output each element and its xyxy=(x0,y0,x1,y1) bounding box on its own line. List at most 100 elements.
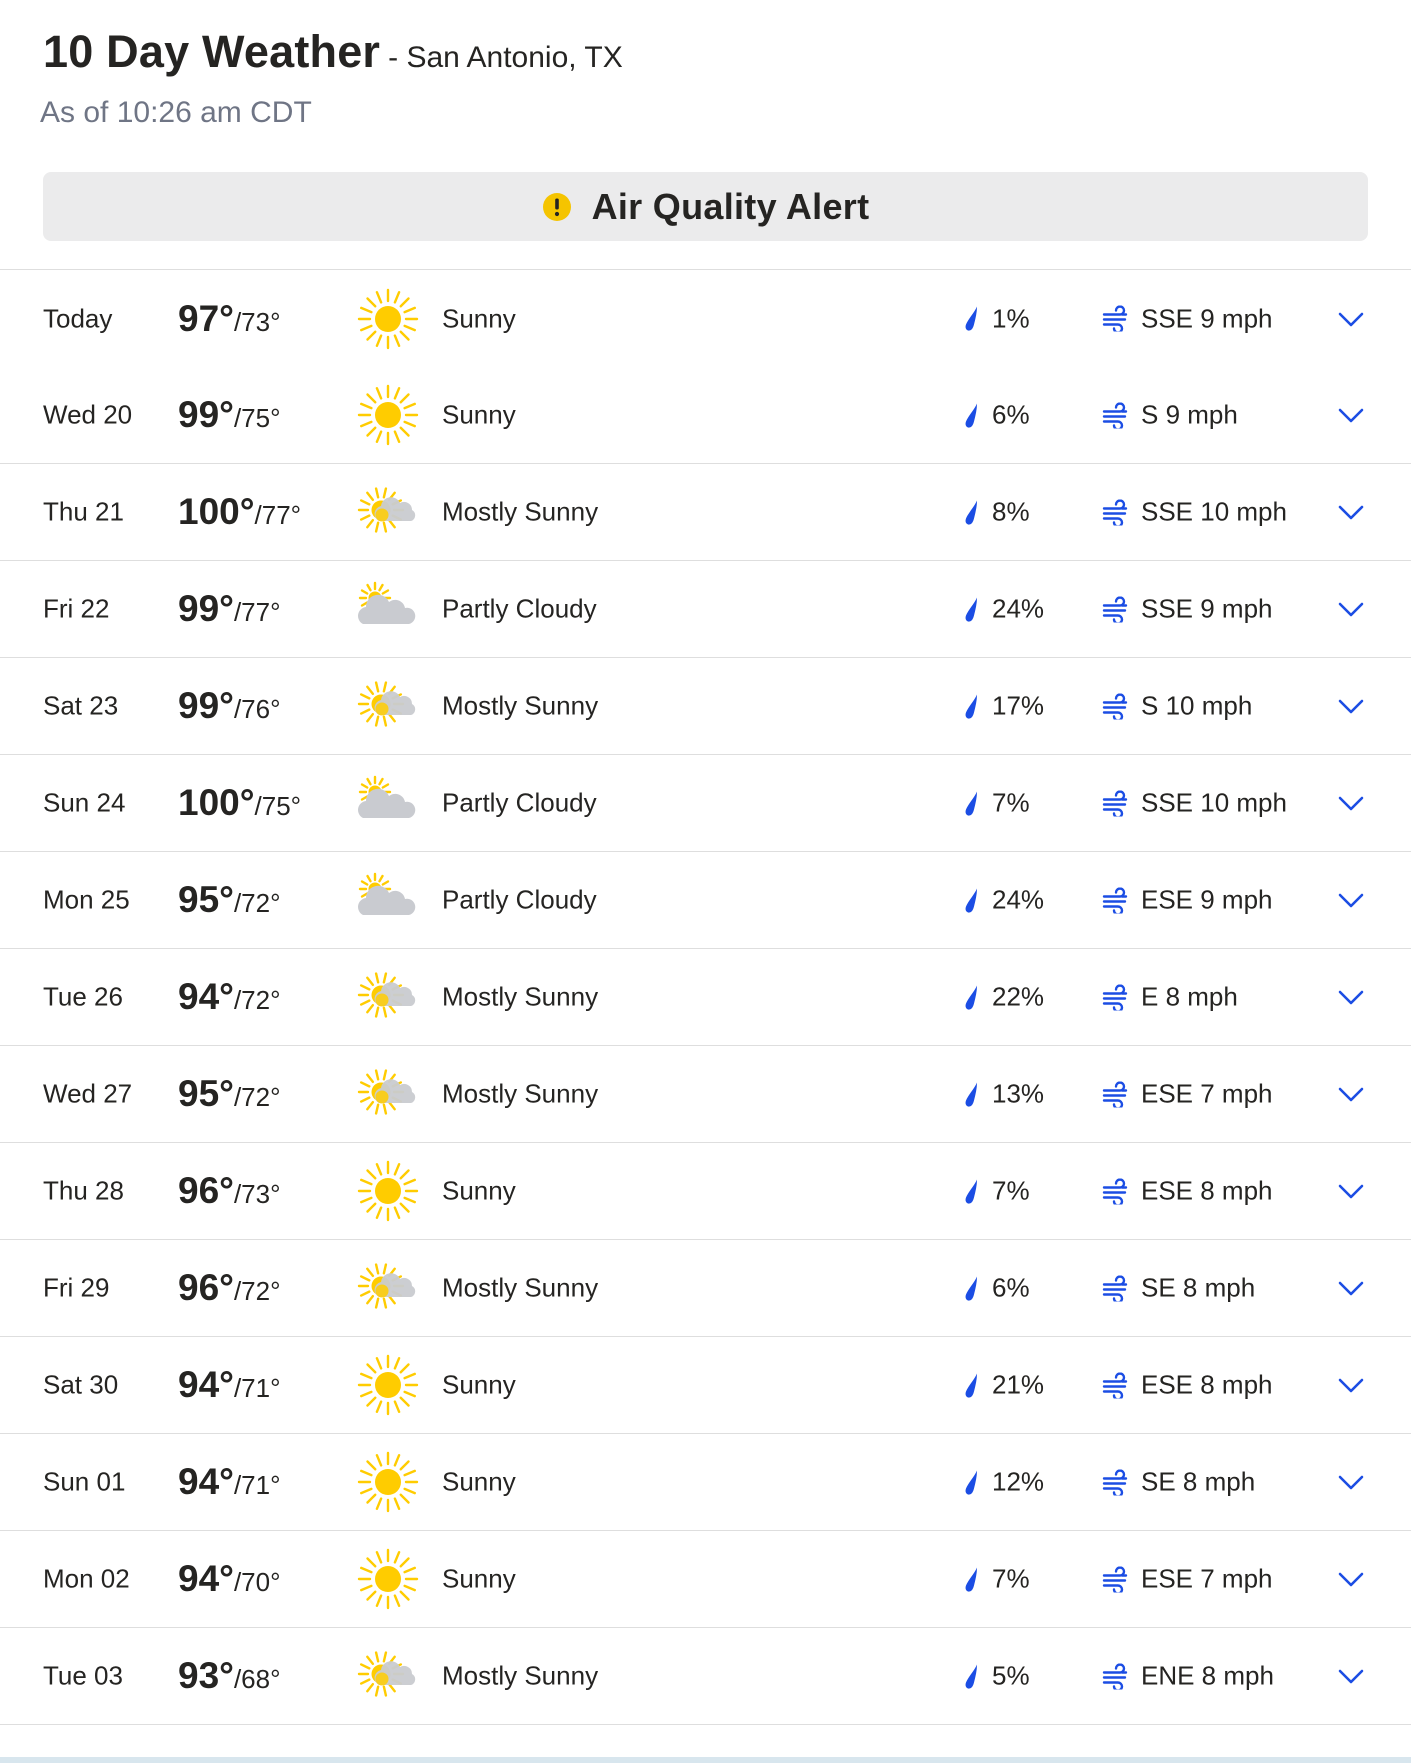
forecast-row[interactable]: Thu 28 96°/73° Sunny 7% ESE 8 mph xyxy=(0,1143,1411,1240)
temperatures: 94°/71° xyxy=(178,1364,281,1406)
precip-value: 12% xyxy=(992,1466,1045,1497)
weather-phrase: Sunny xyxy=(442,1466,516,1497)
chevron-down-icon[interactable] xyxy=(1335,496,1367,528)
day-label: Thu 28 xyxy=(43,1175,124,1206)
forecast-row[interactable]: Wed 20 99°/75° Sunny 6% S 9 mph xyxy=(0,367,1411,464)
raindrop-icon xyxy=(962,1275,982,1301)
timestamp: As of 10:26 am CDT xyxy=(40,96,312,129)
chevron-down-icon[interactable] xyxy=(1335,1660,1367,1692)
precip-chance: 6% xyxy=(962,1273,1030,1304)
weather-phrase: Mostly Sunny xyxy=(442,1272,599,1303)
forecast-row[interactable]: Sun 01 94°/71° Sunny 12% SE 8 mph xyxy=(0,1434,1411,1531)
sunny-icon xyxy=(355,1546,421,1612)
raindrop-icon xyxy=(962,1663,982,1689)
low-temp: /77° xyxy=(254,500,302,530)
weather-phrase: Partly Cloudy xyxy=(442,884,597,915)
alert-circle-icon xyxy=(542,192,572,222)
precip-value: 6% xyxy=(992,399,1030,430)
precip-chance: 6% xyxy=(962,400,1030,431)
forecast-row[interactable]: Tue 03 93°/68° Mostly Sunny 5% ENE 8 mph xyxy=(0,1628,1411,1725)
raindrop-icon xyxy=(962,402,982,428)
wind-value: SE 8 mph xyxy=(1141,1272,1256,1303)
forecast-row[interactable]: Today 97°/73° Sunny 1% SSE 9 mph xyxy=(0,270,1411,367)
sunny-icon xyxy=(355,286,421,352)
temperatures: 99°/76° xyxy=(178,685,281,727)
forecast-row[interactable]: Sat 23 99°/76° Mostly Sunny 17% S 10 mph xyxy=(0,658,1411,755)
day-label: Sat 30 xyxy=(43,1369,119,1400)
wind-value: ESE 9 mph xyxy=(1141,884,1273,915)
weather-phrase: Mostly Sunny xyxy=(442,1660,599,1691)
temperatures: 99°/75° xyxy=(178,394,281,436)
air-quality-alert-button[interactable]: Air Quality Alert xyxy=(43,172,1368,241)
chevron-down-icon[interactable] xyxy=(1335,1466,1367,1498)
chevron-down-icon[interactable] xyxy=(1335,690,1367,722)
day-label: Tue 26 xyxy=(43,981,123,1012)
wind-icon xyxy=(1101,1274,1129,1304)
precip-chance: 24% xyxy=(962,885,1044,916)
forecast-row[interactable]: Wed 27 95°/72° Mostly Sunny 13% ESE 7 mp… xyxy=(0,1046,1411,1143)
alert-label: Air Quality Alert xyxy=(591,185,870,227)
forecast-row[interactable]: Mon 25 95°/72° Partly Cloudy 24% ESE 9 m… xyxy=(0,852,1411,949)
low-temp: /75° xyxy=(254,791,302,821)
precip-value: 22% xyxy=(992,981,1045,1012)
low-temp: /76° xyxy=(233,694,281,724)
temperatures: 99°/77° xyxy=(178,588,281,630)
low-temp: /73° xyxy=(233,306,281,337)
forecast-row[interactable]: Fri 29 96°/72° Mostly Sunny 6% SE 8 mph xyxy=(0,1240,1411,1337)
precip-chance: 17% xyxy=(962,691,1044,722)
mostly-sunny-icon xyxy=(355,1255,421,1321)
wind-info: ESE 9 mph xyxy=(1101,885,1273,916)
forecast-row[interactable]: Mon 02 94°/70° Sunny 7% ESE 7 mph xyxy=(0,1531,1411,1628)
low-temp: /71° xyxy=(233,1373,281,1403)
forecast-row[interactable]: Thu 21 100°/77° Mostly Sunny 8% SSE 10 m… xyxy=(0,464,1411,561)
raindrop-icon xyxy=(962,499,982,525)
chevron-down-icon[interactable] xyxy=(1335,399,1367,431)
day-label: Mon 02 xyxy=(43,1563,130,1594)
chevron-down-icon[interactable] xyxy=(1335,1272,1367,1304)
wind-value: S 10 mph xyxy=(1141,690,1253,721)
chevron-down-icon[interactable] xyxy=(1335,593,1367,625)
low-temp: /72° xyxy=(233,1082,281,1112)
day-label: Wed 27 xyxy=(43,1078,133,1109)
wind-value: ENE 8 mph xyxy=(1141,1660,1274,1691)
chevron-down-icon[interactable] xyxy=(1335,1175,1367,1207)
temperatures: 94°/72° xyxy=(178,976,281,1018)
high-temp: 96° xyxy=(178,1267,234,1308)
wind-icon xyxy=(1101,692,1129,722)
precip-value: 1% xyxy=(992,303,1030,333)
forecast-row[interactable]: Fri 22 99°/77° Partly Cloudy 24% SSE 9 m… xyxy=(0,561,1411,658)
low-temp: /77° xyxy=(233,597,281,627)
precip-value: 24% xyxy=(992,884,1045,915)
weather-phrase: Partly Cloudy xyxy=(442,787,597,818)
low-temp: /72° xyxy=(233,985,281,1015)
high-temp: 94° xyxy=(178,1558,234,1599)
forecast-row[interactable]: Sat 30 94°/71° Sunny 21% ESE 8 mph xyxy=(0,1337,1411,1434)
forecast-row[interactable]: Tue 26 94°/72° Mostly Sunny 22% E 8 mph xyxy=(0,949,1411,1046)
chevron-down-icon[interactable] xyxy=(1335,884,1367,916)
wind-info: SE 8 mph xyxy=(1101,1467,1255,1498)
day-label: Thu 21 xyxy=(43,496,124,527)
chevron-down-icon[interactable] xyxy=(1335,787,1367,819)
day-label: Fri 29 xyxy=(43,1272,110,1303)
forecast-row[interactable]: Sun 24 100°/75° Partly Cloudy 7% SSE 10 … xyxy=(0,755,1411,852)
chevron-down-icon[interactable] xyxy=(1335,981,1367,1013)
wind-info: SSE 10 mph xyxy=(1101,788,1287,819)
wind-value: ESE 8 mph xyxy=(1141,1369,1273,1400)
raindrop-icon xyxy=(962,693,982,719)
wind-icon xyxy=(1101,1080,1129,1110)
partly-cloudy-icon xyxy=(355,770,421,836)
chevron-down-icon[interactable] xyxy=(1335,303,1367,335)
chevron-down-icon[interactable] xyxy=(1335,1369,1367,1401)
wind-value: ESE 8 mph xyxy=(1141,1175,1273,1206)
precip-chance: 5% xyxy=(962,1661,1030,1692)
wind-value: S 9 mph xyxy=(1141,399,1238,430)
wind-icon xyxy=(1101,1177,1129,1207)
low-temp: /75° xyxy=(233,403,281,433)
raindrop-icon xyxy=(962,1178,982,1204)
day-label: Mon 25 xyxy=(43,884,130,915)
raindrop-icon xyxy=(962,306,982,332)
chevron-down-icon[interactable] xyxy=(1335,1078,1367,1110)
chevron-down-icon[interactable] xyxy=(1335,1563,1367,1595)
sunny-icon xyxy=(355,1158,421,1224)
low-temp: /71° xyxy=(233,1470,281,1500)
